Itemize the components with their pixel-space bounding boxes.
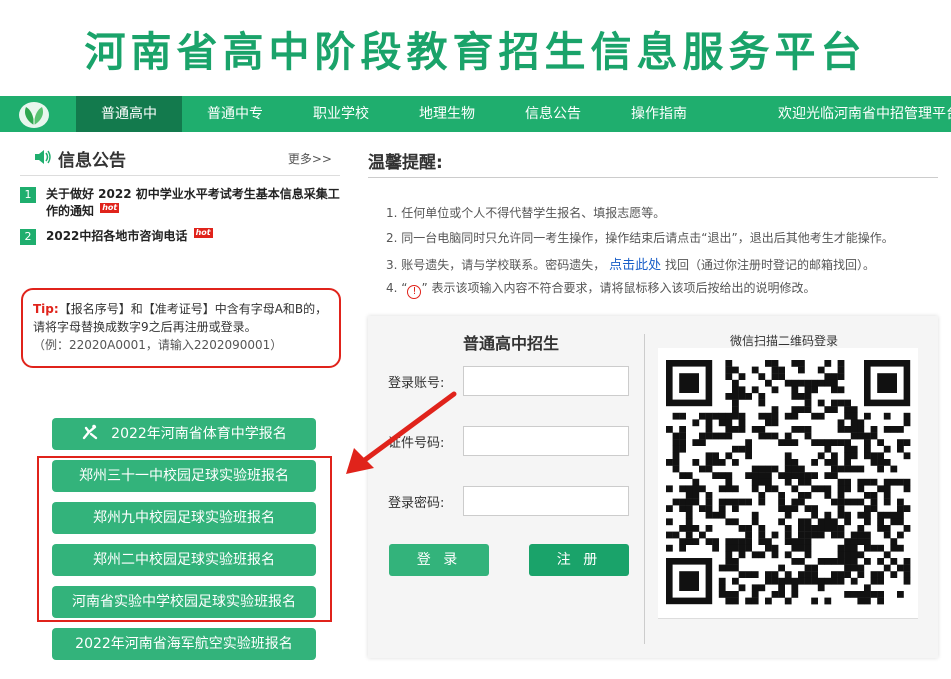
nav-item-vocational-school[interactable]: 职业学校 bbox=[288, 96, 394, 132]
login-title: 普通高中招生 bbox=[463, 334, 560, 353]
warm-tips-divider bbox=[368, 177, 938, 178]
qr-login-title: 微信扫描二维码登录 bbox=[730, 334, 839, 348]
warm-tip-3-text-end: 找回（通过你注册时登记的邮箱找回）。 bbox=[664, 258, 875, 272]
notice-header: 信息公告 更多>> bbox=[34, 146, 338, 172]
notice-title: 信息公告 bbox=[58, 151, 126, 171]
zz9-football-register-button[interactable]: 郑州九中校园足球实验班报名 bbox=[52, 502, 316, 534]
sports-school-register-label: 2022年河南省体育中学报名 bbox=[111, 426, 287, 442]
sports-school-register-button[interactable]: 2022年河南省体育中学报名 bbox=[52, 418, 316, 450]
notice-item-text[interactable]: 2022中招各地市咨询电话 bbox=[46, 229, 187, 243]
zz2-football-register-button[interactable]: 郑州二中校园足球实验班报名 bbox=[52, 544, 316, 576]
runner-icon bbox=[82, 424, 98, 440]
tip-example: （例：22020A0001，请输入2202090001） bbox=[33, 338, 283, 352]
page-root: 河南省高中阶段教育招生信息服务平台 普通高中 普通中专 职业学校 地理生物 信息… bbox=[0, 0, 951, 679]
qr-code-container bbox=[658, 348, 918, 618]
zz31-football-register-button[interactable]: 郑州三十一中校园足球实验班报名 bbox=[52, 460, 316, 492]
login-divider bbox=[644, 334, 645, 644]
nav-item-general-high-school[interactable]: 普通高中 bbox=[76, 96, 182, 132]
speaker-icon bbox=[35, 150, 51, 164]
nav-item-guide[interactable]: 操作指南 bbox=[606, 96, 712, 132]
warm-tip-3-text: 3. 账号遗失，请与学校联系。密码遗失， bbox=[386, 258, 606, 272]
warm-tip-4: 4. “!” 表示该项输入内容不符合要求，请将鼠标移入该项后按给出的说明修改。 bbox=[386, 279, 816, 299]
nav-welcome-text: 欢迎光临河南省中招管理平台 bbox=[778, 106, 951, 122]
notice-item-text[interactable]: 关于做好 2022 初中学业水平考试考生基本信息采集工作的通知 bbox=[46, 187, 340, 218]
nav-item-announcements[interactable]: 信息公告 bbox=[500, 96, 606, 132]
qr-divider bbox=[658, 618, 918, 619]
nav-item-secondary-vocational[interactable]: 普通中专 bbox=[182, 96, 288, 132]
warm-tip-4-text-end: ” 表示该项输入内容不符合要求，请将鼠标移入该项后按给出的说明修改。 bbox=[421, 281, 816, 295]
tip-box: Tip:【报名序号】和【准考证号】中含有字母A和B的，请将字母替换成数字9之后再… bbox=[21, 288, 341, 368]
nav-item-geography-biology[interactable]: 地理生物 bbox=[394, 96, 500, 132]
site-title: 河南省高中阶段教育招生信息服务平台 bbox=[84, 28, 867, 76]
notice-list-item[interactable]: 2 2022中招各地市咨询电话 hot bbox=[20, 228, 350, 248]
notice-more-link[interactable]: 更多>> bbox=[288, 150, 332, 167]
login-panel: 普通高中招生 登录账号: 证件号码: 登录密码: 登 录 注 册 微信扫描二维码… bbox=[368, 316, 938, 658]
leaf-logo-icon bbox=[19, 102, 49, 128]
warm-tip-1: 1. 任何单位或个人不得代替学生报名、填报志愿等。 bbox=[386, 206, 666, 220]
henan-experimental-football-register-button[interactable]: 河南省实验中学校园足球实验班报名 bbox=[52, 586, 316, 618]
warm-tip-2: 2. 同一台电脑同时只允许同一考生操作，操作结束后请点击“退出”，退出后其他考生… bbox=[386, 231, 894, 245]
warm-tip-3: 3. 账号遗失，请与学校联系。密码遗失， 点击此处 找回（通过你注册时登记的邮箱… bbox=[386, 254, 875, 273]
warm-tips-title: 温馨提醒: bbox=[368, 153, 443, 173]
warning-icon: ! bbox=[407, 285, 422, 299]
password-input[interactable] bbox=[463, 486, 629, 516]
register-button[interactable]: 注 册 bbox=[529, 544, 629, 576]
notice-divider bbox=[20, 175, 340, 176]
navy-aviation-register-button[interactable]: 2022年河南省海军航空实验班报名 bbox=[52, 628, 316, 660]
notice-number-badge: 2 bbox=[20, 229, 36, 245]
hot-badge: hot bbox=[100, 203, 120, 213]
tip-text: 【报名序号】和【准考证号】中含有字母A和B的，请将字母替换成数字9之后再注册或登… bbox=[33, 302, 328, 334]
tip-label: Tip: bbox=[33, 302, 59, 316]
main-nav: 普通高中 普通中专 职业学校 地理生物 信息公告 操作指南 欢迎光临河南省中招管… bbox=[0, 96, 951, 132]
password-label: 登录密码: bbox=[388, 496, 445, 511]
password-recovery-link[interactable]: 点击此处 bbox=[609, 258, 661, 273]
notice-list-item[interactable]: 1 关于做好 2022 初中学业水平考试考生基本信息采集工作的通知 hot bbox=[20, 186, 350, 222]
qr-code-icon[interactable] bbox=[658, 348, 918, 618]
id-number-input[interactable] bbox=[463, 426, 629, 456]
hot-badge: hot bbox=[193, 228, 213, 238]
account-input[interactable] bbox=[463, 366, 629, 396]
warm-tip-4-text: 4. “ bbox=[386, 281, 408, 295]
login-button[interactable]: 登 录 bbox=[389, 544, 489, 576]
notice-number-badge: 1 bbox=[20, 187, 36, 203]
red-arrow-icon bbox=[346, 391, 457, 474]
